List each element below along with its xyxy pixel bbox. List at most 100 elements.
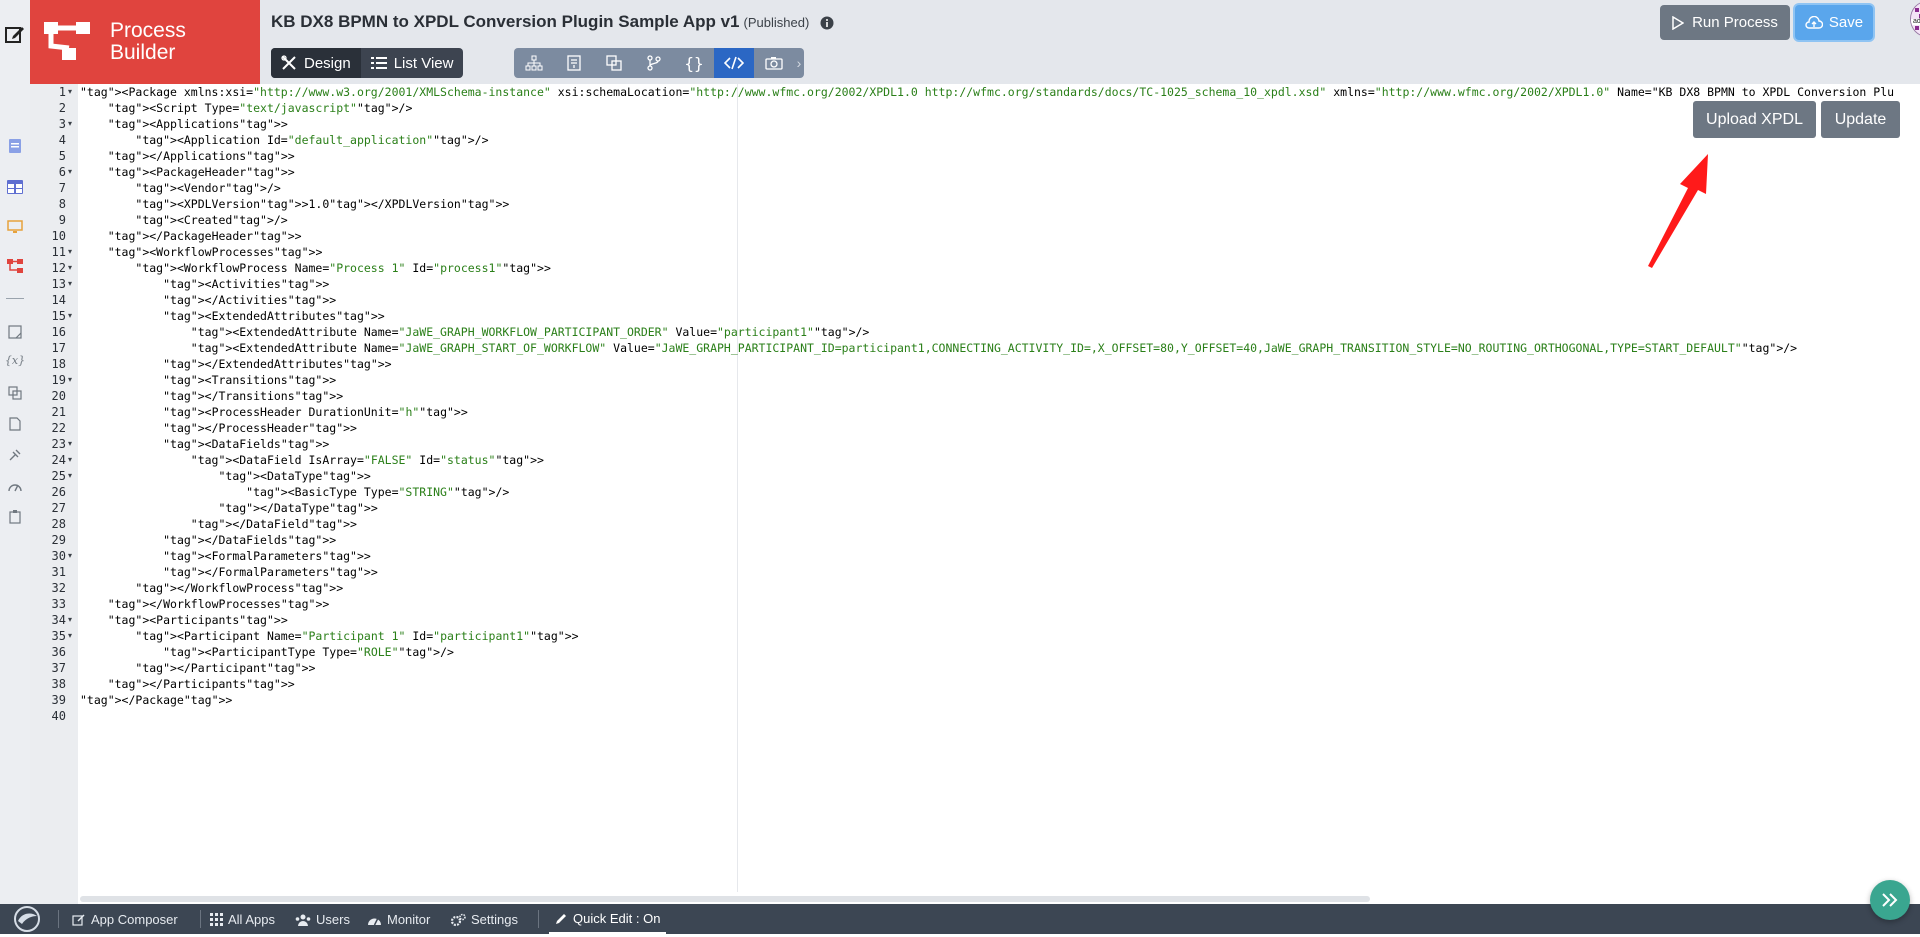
code-line[interactable]: "tag"></DataType"tag">> (80, 500, 377, 516)
translate-icon[interactable] (6, 384, 24, 402)
clipboard-icon[interactable] (6, 508, 24, 526)
avatar[interactable]: admin (1910, 1, 1920, 37)
tool-screenshot[interactable] (754, 48, 794, 78)
line-number: 38 (51, 677, 66, 691)
chevron-right-icon[interactable]: › (794, 48, 804, 78)
code-line[interactable]: "tag"><DataType"tag">> (80, 468, 370, 484)
variable-icon[interactable]: {x} (5, 351, 25, 369)
fold-toggle-icon[interactable]: ▾ (68, 468, 72, 484)
fold-toggle-icon[interactable]: ▾ (68, 260, 72, 276)
code-line[interactable]: "tag"></PackageHeader"tag">> (80, 228, 302, 244)
fold-toggle-icon[interactable]: ▾ (68, 452, 72, 468)
fold-toggle-icon[interactable]: ▾ (68, 612, 72, 628)
fold-toggle-icon[interactable]: ▾ (68, 276, 72, 292)
line-number: 10 (51, 229, 66, 243)
code-line[interactable]: "tag"><Activities"tag">> (80, 276, 329, 292)
document-icon[interactable] (6, 137, 24, 155)
code-line[interactable]: "tag"><Applications"tag">> (80, 116, 288, 132)
list-view-tab[interactable]: List View (361, 48, 464, 78)
code-line[interactable]: "tag"></WorkflowProcesses"tag">> (80, 596, 330, 612)
expand-panel-button[interactable] (1870, 880, 1910, 920)
upload-xpdl-button[interactable]: Upload XPDL (1693, 101, 1816, 138)
footer-users[interactable]: Users (295, 912, 350, 927)
code-line[interactable]: "tag"><Created"tag">/> (80, 212, 287, 228)
gauge-icon[interactable] (6, 477, 24, 495)
fold-toggle-icon[interactable]: ▾ (68, 308, 72, 324)
code-line[interactable]: "tag"><Package xmlns:xsi="http://www.w3.… (80, 84, 1894, 100)
code-line[interactable]: "tag"></FormalParameters"tag">> (80, 564, 378, 580)
code-line[interactable]: "tag"></Activities"tag">> (80, 292, 336, 308)
footer-all-apps[interactable]: All Apps (210, 912, 275, 927)
tool-translate[interactable] (594, 48, 634, 78)
code-line[interactable]: "tag"></DataFields"tag">> (80, 532, 336, 548)
code-line[interactable]: "tag"><ProcessHeader DurationUnit="h""ta… (80, 404, 468, 420)
update-button[interactable]: Update (1821, 101, 1900, 138)
code-line[interactable]: "tag"><WorkflowProcesses"tag">> (80, 244, 323, 260)
file-icon[interactable] (6, 415, 24, 433)
code-line[interactable]: "tag"></WorkflowProcess"tag">> (80, 580, 343, 596)
process-icon[interactable] (6, 257, 24, 275)
fold-toggle-icon[interactable]: ▾ (68, 116, 72, 132)
code-line[interactable]: "tag"></Participant"tag">> (80, 660, 315, 676)
footer-users-label: Users (316, 912, 350, 927)
gauge-icon (368, 918, 381, 925)
footer-app-composer[interactable]: App Composer (72, 912, 178, 927)
edit-icon[interactable] (3, 22, 27, 46)
monitor-icon[interactable] (6, 218, 24, 236)
code-line[interactable]: "tag"><ParticipantType Type="ROLE""tag">… (80, 644, 454, 660)
code-line[interactable]: "tag"><ExtendedAttribute Name="JaWE_GRAP… (80, 340, 1797, 356)
tool-xml-source[interactable] (714, 48, 754, 78)
code-line[interactable]: "tag"></ProcessHeader"tag">> (80, 420, 357, 436)
code-line[interactable]: "tag"></Participants"tag">> (80, 676, 295, 692)
code-line[interactable]: "tag"><Participant Name="Participant 1" … (80, 628, 578, 644)
note-icon[interactable] (6, 323, 24, 341)
code-line[interactable]: "tag"><Vendor"tag">/> (80, 180, 280, 196)
code-line[interactable]: "tag"><Script Type="text/javascript""tag… (80, 100, 413, 116)
horizontal-scrollbar[interactable] (80, 896, 1370, 902)
edit-icon (72, 914, 85, 926)
xpdl-code-editor[interactable]: 1 ▾ 2 3 ▾ 4 5 6 ▾ 7 8 9 10 11 ▾ 12 ▾ 13 ▾ 14 15 ▾ 16 17 18 19 ▾ 20 2… (30, 84, 1920, 904)
table-icon[interactable] (6, 178, 24, 196)
code-line[interactable]: "tag"><WorkflowProcess Name="Process 1" … (80, 260, 550, 276)
line-number: 8 (58, 197, 66, 211)
process-builder-logo[interactable]: Process Builder (30, 0, 260, 84)
code-line[interactable]: "tag"><Participants"tag">> (80, 612, 288, 628)
tool-variables[interactable]: {} (674, 48, 714, 78)
code-line[interactable]: "tag"></ExtendedAttributes"tag">> (80, 356, 392, 372)
fold-toggle-icon[interactable]: ▾ (68, 84, 72, 100)
fold-toggle-icon[interactable]: ▾ (68, 164, 72, 180)
fold-toggle-icon[interactable]: ▾ (68, 436, 72, 452)
code-line[interactable]: "tag"><PackageHeader"tag">> (80, 164, 295, 180)
design-tab[interactable]: Design (271, 48, 361, 78)
line-number: 5 (58, 149, 66, 163)
footer-monitor[interactable]: Monitor (367, 912, 430, 927)
footer-settings[interactable]: Settings (450, 912, 518, 927)
save-button[interactable]: Save (1795, 5, 1873, 40)
code-line[interactable]: "tag"><BasicType Type="STRING""tag">/> (80, 484, 509, 500)
info-icon[interactable] (820, 16, 834, 30)
code-line[interactable]: "tag"><ExtendedAttribute Name="JaWE_GRAP… (80, 324, 870, 340)
quick-edit-toggle[interactable]: Quick Edit : On (549, 904, 667, 934)
code-line[interactable]: "tag"></Transitions"tag">> (80, 388, 343, 404)
plugin-icon[interactable] (6, 446, 24, 464)
quick-edit-label: Quick Edit : On (573, 910, 661, 926)
fold-toggle-icon[interactable]: ▾ (68, 628, 72, 644)
code-line[interactable]: "tag"></Package"tag">> (80, 692, 232, 708)
tool-branch[interactable] (634, 48, 674, 78)
tool-process-map[interactable] (514, 48, 554, 78)
code-line[interactable]: "tag"><Application Id="default_applicati… (80, 132, 488, 148)
tool-form[interactable] (554, 48, 594, 78)
code-line[interactable]: "tag"><Transitions"tag">> (80, 372, 336, 388)
joget-logo-icon[interactable] (10, 904, 46, 934)
code-line[interactable]: "tag"></Applications"tag">> (80, 148, 295, 164)
code-line[interactable]: "tag"><FormalParameters"tag">> (80, 548, 371, 564)
code-line[interactable]: "tag"></DataField"tag">> (80, 516, 357, 532)
code-line[interactable]: "tag"><ExtendedAttributes"tag">> (80, 308, 385, 324)
code-line[interactable]: "tag"><DataFields"tag">> (80, 436, 329, 452)
code-line[interactable]: "tag"><XPDLVersion"tag">>1.0"tag"></XPDL… (80, 196, 509, 212)
fold-toggle-icon[interactable]: ▾ (68, 244, 72, 260)
code-line[interactable]: "tag"><DataField IsArray="FALSE" Id="sta… (80, 452, 544, 468)
fold-toggle-icon[interactable]: ▾ (68, 548, 72, 564)
fold-toggle-icon[interactable]: ▾ (68, 372, 72, 388)
run-process-button[interactable]: Run Process (1660, 5, 1790, 40)
